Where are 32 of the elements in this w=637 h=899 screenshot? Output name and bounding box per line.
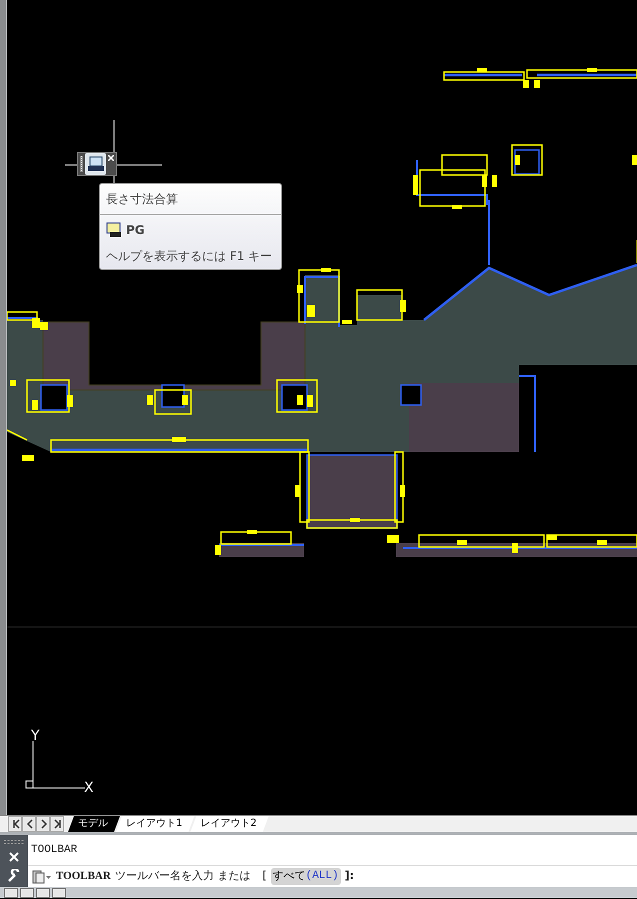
tab-nav-button[interactable] <box>8 816 22 832</box>
tab-nav-button[interactable] <box>50 816 64 832</box>
tab-nav-button[interactable] <box>22 816 36 832</box>
command-history-line: TOOLBAR <box>30 842 78 858</box>
tooltip-title: 長さ寸法合算 <box>106 191 179 208</box>
option-button[interactable]: すべて(ALL) <box>270 868 341 885</box>
grip-icon[interactable] <box>4 838 24 845</box>
axis-label: X <box>84 780 94 796</box>
previous-icon <box>24 819 34 829</box>
prompt-command: TOOLBAR <box>56 869 111 884</box>
command-name: PG <box>126 222 145 239</box>
layout-tab[interactable]: レイアウト1 <box>116 816 194 832</box>
help-hint: ヘルプを表示するには F1 キー <box>106 248 274 265</box>
close-icon[interactable] <box>108 155 114 161</box>
tab-nav-button[interactable] <box>36 816 50 832</box>
status-toggle-icon[interactable] <box>4 888 18 898</box>
status-toggle-icon[interactable] <box>36 888 50 898</box>
command-icon <box>106 222 122 238</box>
recent-commands-button[interactable] <box>32 870 52 884</box>
axis-label: Y <box>31 728 40 744</box>
wrench-icon[interactable] <box>7 869 21 884</box>
status-toggle-icon[interactable] <box>52 888 66 898</box>
layout-tab[interactable]: レイアウト2 <box>190 816 269 832</box>
close-icon[interactable] <box>9 852 19 862</box>
bracket: ]: <box>344 868 354 884</box>
bracket: [ <box>262 868 267 884</box>
last-icon <box>52 819 62 829</box>
layout-tab[interactable]: モデル <box>68 816 120 832</box>
prompt-text: ツールバー名を入力 または <box>114 868 250 884</box>
toolbar-button[interactable] <box>84 153 106 175</box>
ucs-axis-icon <box>26 740 86 788</box>
status-toggle-icon[interactable] <box>20 888 34 898</box>
